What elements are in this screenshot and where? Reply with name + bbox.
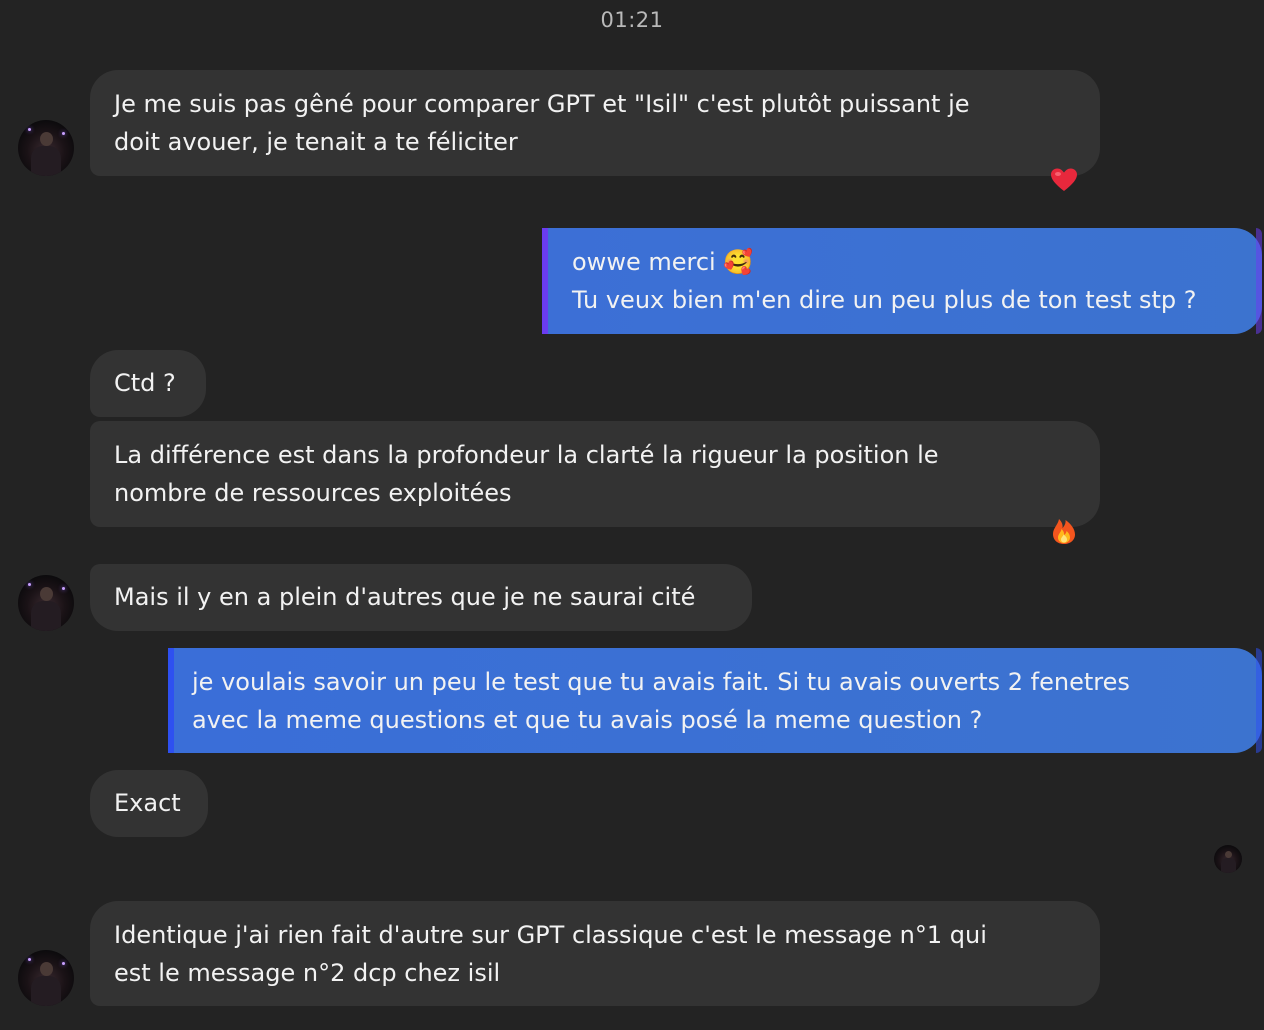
chat-thread: 01:21 Je me suis pas gêné pour comparer … xyxy=(0,0,1264,1030)
outgoing-accent-edge xyxy=(1256,228,1262,334)
message-bubble-outgoing[interactable]: je voulais savoir un peu le test que tu … xyxy=(174,648,1262,753)
message-bubble-incoming[interactable]: La différence est dans la profondeur la … xyxy=(90,421,1100,527)
message-text-line: avec la meme questions et que tu avais p… xyxy=(192,706,983,734)
message-bubble-incoming[interactable]: Exact xyxy=(90,770,208,837)
message-bubble-incoming[interactable]: Identique j'ai rien fait d'autre sur GPT… xyxy=(90,901,1100,1006)
message-bubble-incoming[interactable]: Ctd ? xyxy=(90,350,206,417)
message-text-line: doit avouer, je tenait a te féliciter xyxy=(114,128,518,156)
message-text-line: Je me suis pas gêné pour comparer GPT et… xyxy=(114,90,970,118)
fire-icon[interactable] xyxy=(1049,516,1079,546)
message-bubble-incoming[interactable]: Je me suis pas gêné pour comparer GPT et… xyxy=(90,70,1100,176)
message-text-line: je voulais savoir un peu le test que tu … xyxy=(192,668,1130,696)
contact-avatar[interactable] xyxy=(18,575,74,631)
message-text-line: nombre de ressources exploitées xyxy=(114,479,512,507)
message-timestamp: 01:21 xyxy=(600,8,664,32)
message-text-line: est le message n°2 dcp chez isil xyxy=(114,959,501,987)
message-text-line: owwe merci 🥰 xyxy=(572,248,754,276)
message-text-line: Mais il y en a plein d'autres que je ne … xyxy=(114,583,696,611)
message-text-line: Tu veux bien m'en dire un peu plus de to… xyxy=(572,286,1197,314)
message-text-line: Exact xyxy=(114,789,181,817)
message-text-line: La différence est dans la profondeur la … xyxy=(114,441,939,469)
message-text-line: Identique j'ai rien fait d'autre sur GPT… xyxy=(114,921,987,949)
contact-avatar[interactable] xyxy=(18,120,74,176)
seen-receipt-avatar xyxy=(1214,845,1242,873)
message-text-line: Ctd ? xyxy=(114,369,176,397)
contact-avatar[interactable] xyxy=(18,950,74,1006)
message-bubble-outgoing[interactable]: owwe merci 🥰 Tu veux bien m'en dire un p… xyxy=(548,228,1262,334)
heart-icon[interactable] xyxy=(1049,165,1079,195)
message-bubble-incoming[interactable]: Mais il y en a plein d'autres que je ne … xyxy=(90,564,752,631)
outgoing-accent-edge xyxy=(1256,648,1262,753)
